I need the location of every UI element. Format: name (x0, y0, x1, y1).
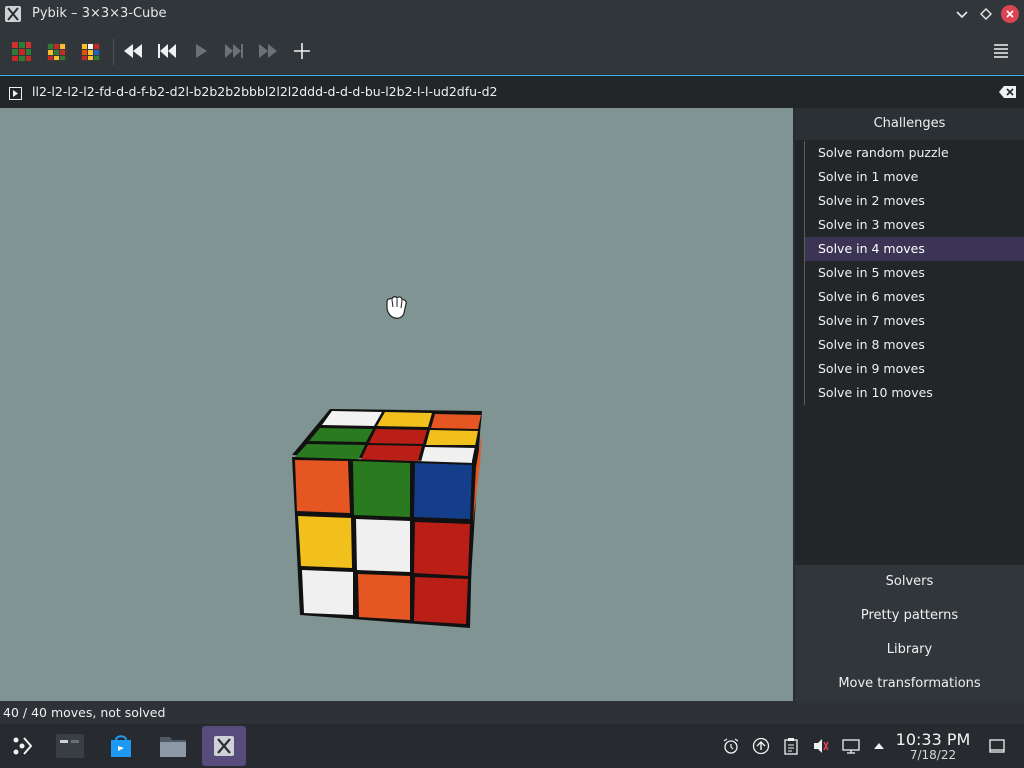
list-item[interactable]: Solve in 2 moves (805, 189, 1024, 213)
add-mark-icon[interactable] (287, 36, 317, 66)
list-item[interactable]: Solve in 9 moves (805, 357, 1024, 381)
list-item[interactable]: Solve in 6 moves (805, 285, 1024, 309)
clock-date[interactable]: 7/18/22 (895, 748, 971, 762)
updates-icon[interactable] (752, 737, 770, 755)
minimize-chevron-icon[interactable] (953, 5, 971, 23)
status-text: 40 / 40 moves, not solved (3, 705, 166, 720)
show-desktop-icon[interactable] (988, 737, 1006, 755)
alarm-icon[interactable] (722, 737, 740, 755)
section-solvers[interactable]: Solvers (795, 565, 1024, 599)
rubiks-cube[interactable] (282, 403, 492, 633)
cube-3-icon[interactable] (76, 36, 106, 66)
clipboard-icon[interactable] (782, 737, 800, 755)
list-item-selected[interactable]: Solve in 4 moves (805, 237, 1024, 261)
list-item[interactable]: Solve in 1 move (805, 165, 1024, 189)
play-from-here-icon[interactable] (9, 85, 22, 100)
title-bar: Pybik – 3×3×3-Cube (0, 0, 1024, 29)
file-manager-icon[interactable] (151, 726, 195, 766)
grab-cursor-icon (386, 296, 407, 319)
clock-time[interactable]: 10:33 PM (895, 730, 971, 749)
pager-icon[interactable] (48, 726, 92, 766)
app-launcher-icon[interactable] (0, 726, 44, 766)
list-item[interactable]: Solve in 7 moves (805, 309, 1024, 333)
section-move-transformations[interactable]: Move transformations (795, 667, 1024, 701)
taskbar: 10:33 PM 7/18/22 (0, 724, 1024, 768)
section-pretty-patterns[interactable]: Pretty patterns (795, 599, 1024, 633)
tray-expand-icon[interactable] (870, 737, 888, 755)
network-icon[interactable] (842, 737, 860, 755)
volume-muted-icon[interactable] (812, 737, 830, 755)
hamburger-menu-icon[interactable] (986, 36, 1016, 66)
list-item[interactable]: Solve random puzzle (805, 141, 1024, 165)
sidebar-sections: Solvers Pretty patterns Library Move tra… (795, 565, 1024, 701)
challenges-list: Solve random puzzle Solve in 1 move Solv… (804, 141, 1024, 405)
window-title: Pybik – 3×3×3-Cube (32, 6, 167, 21)
toolbar-separator (113, 39, 114, 65)
next-icon[interactable] (219, 36, 249, 66)
status-bar: 40 / 40 moves, not solved (0, 701, 1024, 724)
list-item[interactable]: Solve in 3 moves (805, 213, 1024, 237)
discover-store-icon[interactable] (99, 726, 143, 766)
previous-icon[interactable] (152, 36, 182, 66)
close-button[interactable] (1001, 5, 1019, 23)
moves-field[interactable]: ll2-l2-l2-l2-fd-d-d-f-b2-d2l-b2b2b2bbbl2… (32, 84, 497, 99)
play-icon[interactable] (186, 36, 216, 66)
pybik-task-icon[interactable] (202, 726, 246, 766)
pybik-app-icon (5, 6, 21, 22)
toolbar (0, 29, 1024, 74)
moves-edit-bar[interactable]: ll2-l2-l2-l2-fd-d-d-f-b2-d2l-b2b2b2bbbl2… (0, 75, 1024, 109)
cube-2-icon[interactable] (42, 36, 72, 66)
cube-viewport[interactable] (0, 108, 793, 701)
list-item[interactable]: Solve in 8 moves (805, 333, 1024, 357)
cube-1-icon[interactable] (6, 36, 36, 66)
rewind-icon[interactable] (118, 36, 148, 66)
section-library[interactable]: Library (795, 633, 1024, 667)
maximize-diamond-icon[interactable] (977, 5, 995, 23)
clear-field-icon[interactable] (999, 84, 1017, 98)
list-item[interactable]: Solve in 5 moves (805, 261, 1024, 285)
sidebar: Challenges Solve random puzzle Solve in … (795, 108, 1024, 701)
challenges-header[interactable]: Challenges (795, 108, 1024, 140)
forward-icon[interactable] (253, 36, 283, 66)
list-item[interactable]: Solve in 10 moves (805, 381, 1024, 405)
